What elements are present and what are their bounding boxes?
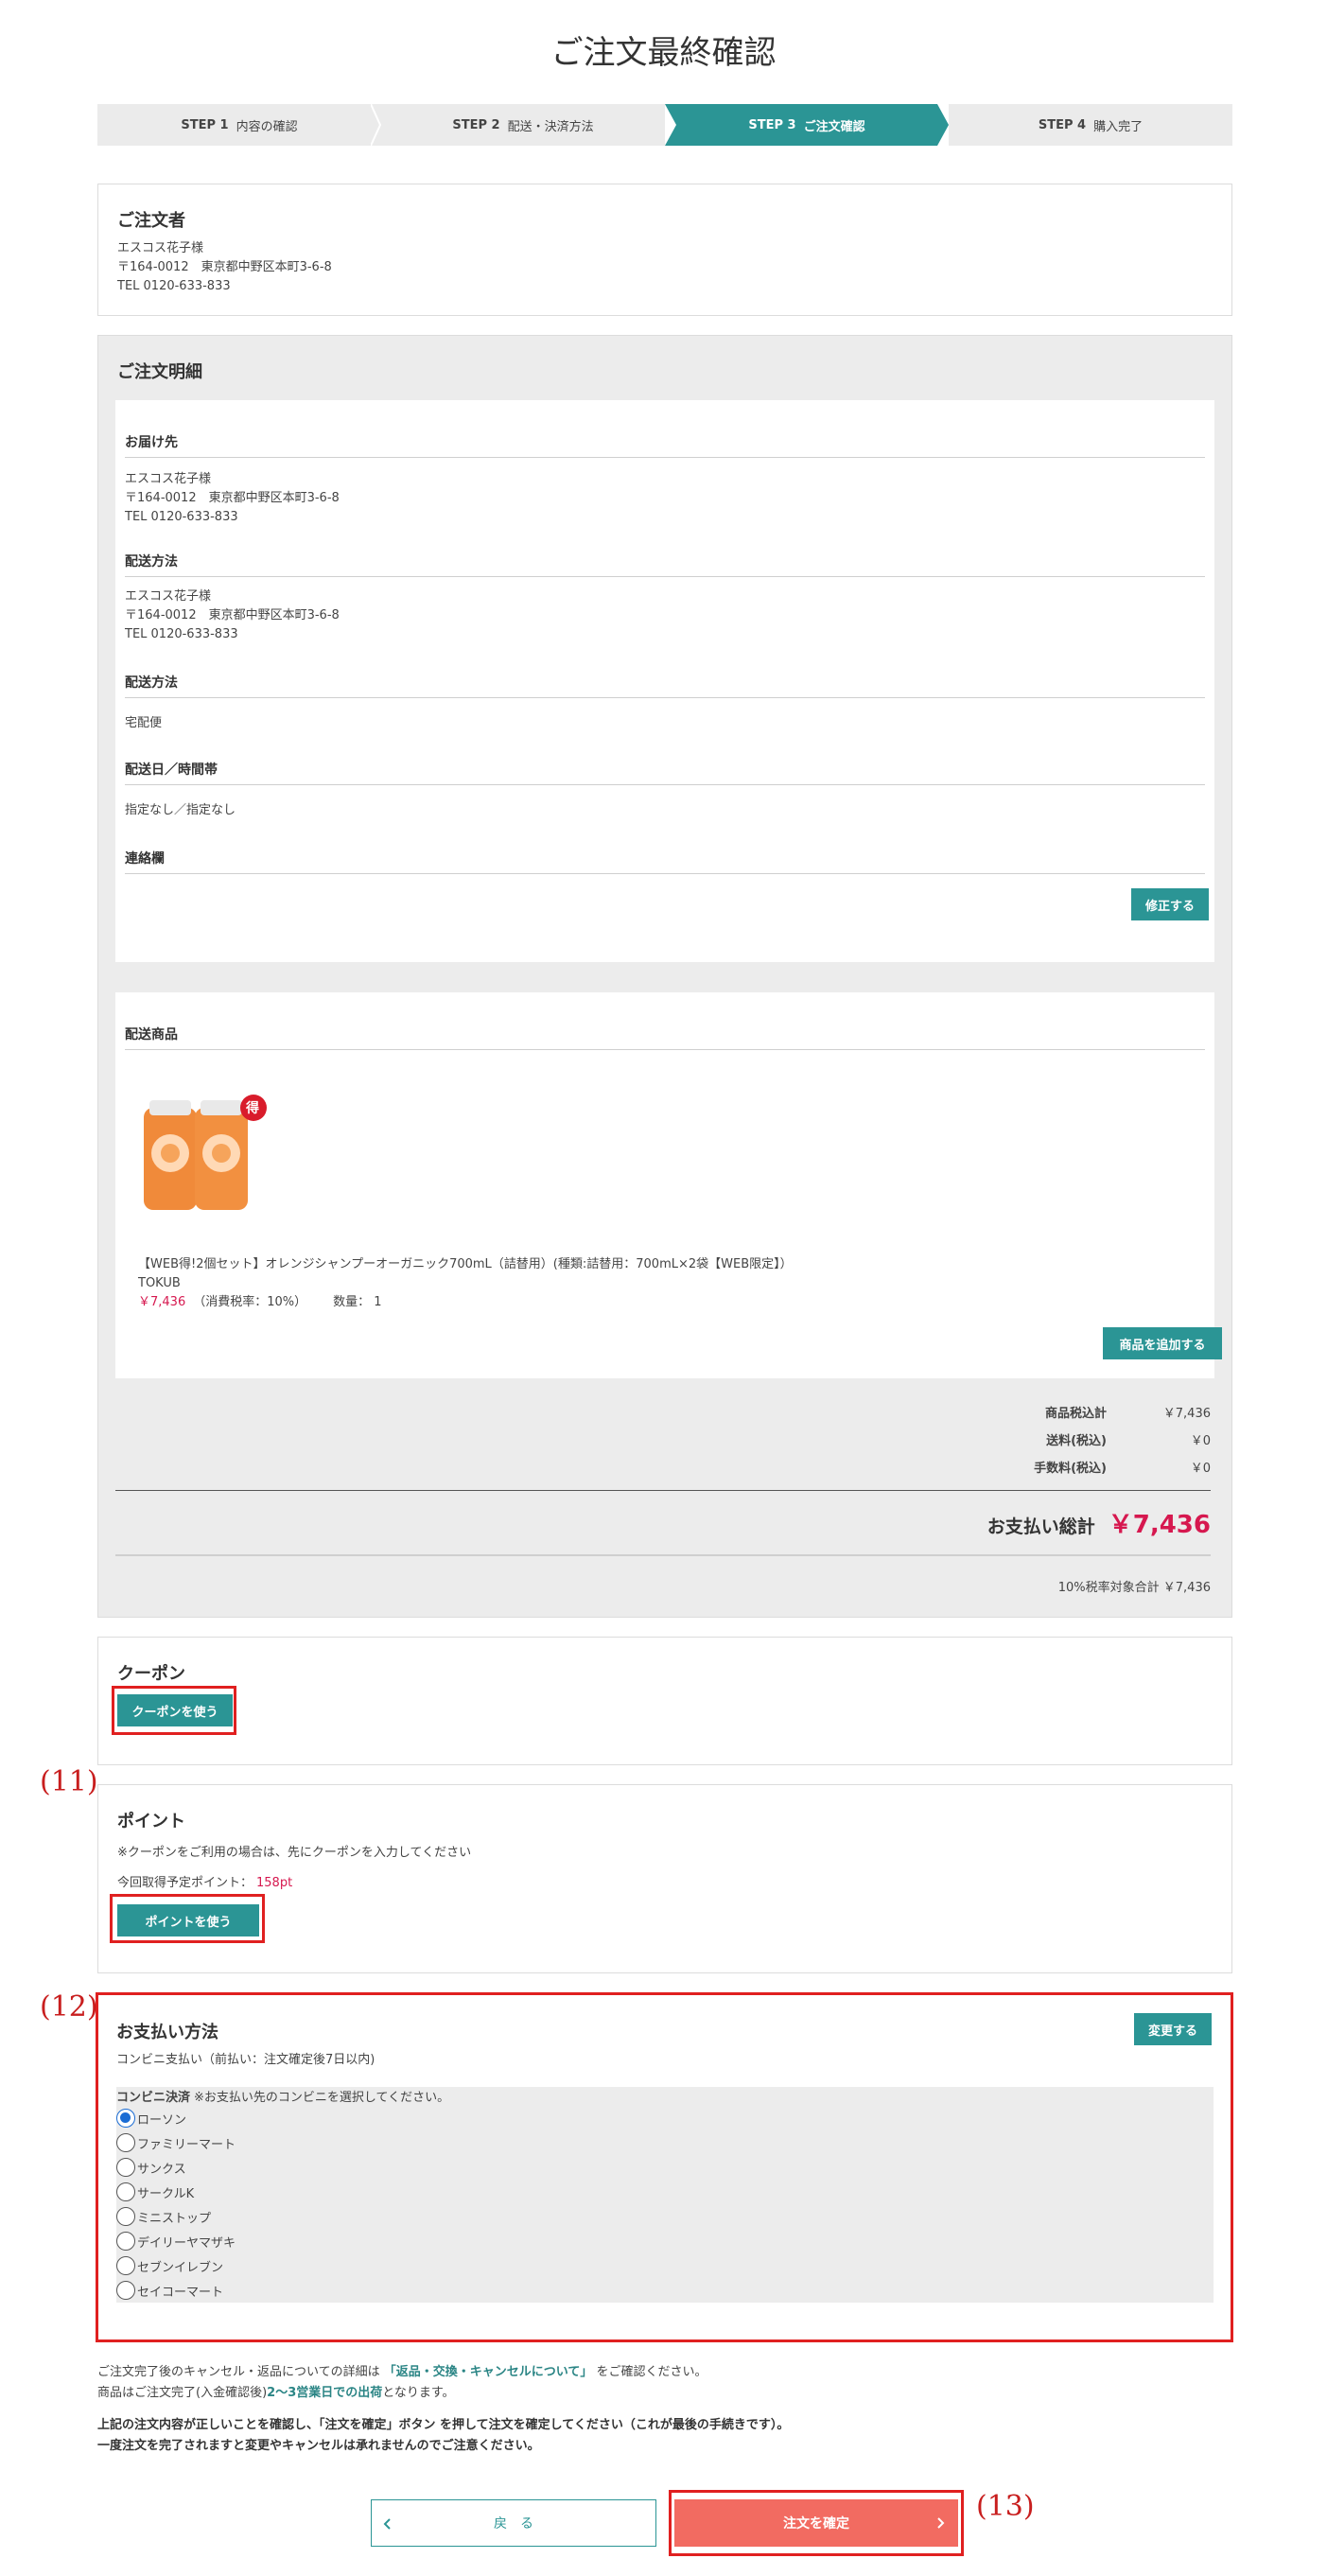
shipping-addr-address: 〒164-0012 東京都中野区本町3-6-8 <box>125 608 340 622</box>
annotation-label-12: (12) <box>40 1990 98 2024</box>
summary-divider <box>115 1490 1211 1491</box>
edit-button[interactable]: 修正する <box>1131 888 1209 920</box>
product-image: 得 <box>138 1091 280 1214</box>
product-brand: TOKUB <box>138 1276 181 1290</box>
shipping-method-heading: 配送方法 <box>125 673 1205 698</box>
order-details-heading: ご注文明細 <box>117 362 202 382</box>
delivery-date-value: 指定なし／指定なし <box>125 803 236 817</box>
footer-line1-b: をご確認ください。 <box>596 2365 707 2379</box>
orderer-address: 〒164-0012 東京都中野区本町3-6-8 <box>117 260 332 274</box>
footer-line2-b: となります。 <box>382 2386 455 2400</box>
annotation-label-13: (13) <box>976 2490 1035 2523</box>
annotation-frame-coupon <box>112 1686 236 1735</box>
summary-fee-label: 手数料(税込) <box>1034 1462 1107 1476</box>
delivery-to-address: 〒164-0012 東京都中野区本町3-6-8 <box>125 491 340 505</box>
step-3-num: STEP 3 <box>748 117 796 132</box>
returns-link[interactable]: 「返品・交換・キャンセルについて」 <box>384 2365 593 2379</box>
footer-line1-a: ご注文完了後のキャンセル・返品についての詳細は <box>97 2365 380 2379</box>
page-title: ご注文最終確認 <box>550 34 777 72</box>
delivery-to-tel: TEL 0120-633-833 <box>125 510 238 524</box>
chevron-left-icon <box>383 2518 391 2530</box>
delivery-to-name: エスコス花子様 <box>125 472 212 486</box>
product-tax: （消費税率：10%） <box>193 1295 307 1309</box>
shipping-method-value: 宅配便 <box>125 716 163 730</box>
add-product-button[interactable]: 商品を追加する <box>1103 1327 1222 1359</box>
step-progress: STEP 1 内容の確認 STEP 2 配送・決済方法 STEP 3 ご注文確認… <box>97 104 1232 146</box>
step-2: STEP 2 配送・決済方法 <box>381 104 665 146</box>
points-note: ※クーポンをご利用の場合は、先にクーポンを入力してください <box>117 1846 472 1860</box>
step-4-label: 購入完了 <box>1093 119 1144 134</box>
items-heading: 配送商品 <box>125 1025 1205 1050</box>
step-1: STEP 1 内容の確認 <box>97 104 382 146</box>
back-button-label: 戻 る <box>494 2516 533 2532</box>
shipping-addr-name: エスコス花子様 <box>125 589 212 604</box>
footer-shipping-note: 商品はご注文完了(入金確認後)2〜3営業日での出荷となります。 <box>97 2382 455 2400</box>
summary-subtotal-label: 商品税込計 <box>1044 1407 1107 1421</box>
summary-shipping-value: ￥0 <box>1190 1434 1211 1448</box>
product-qty: 数量： 1 <box>333 1295 382 1309</box>
annotation-frame-confirm <box>669 2490 964 2556</box>
points-earn-value: 158pt <box>256 1876 293 1890</box>
summary-fee-value: ￥0 <box>1190 1462 1211 1476</box>
total-divider <box>115 1554 1211 1556</box>
points-section: ポイント ※クーポンをご利用の場合は、先にクーポンを入力してください 今回取得予… <box>97 1784 1232 1973</box>
total-label: お支払い総計 <box>987 1516 1095 1537</box>
orderer-section: ご注文者 エスコス花子様 〒164-0012 東京都中野区本町3-6-8 TEL… <box>97 184 1232 316</box>
footer-confirm-instruction: 上記の注文内容が正しいことを確認し、「注文を確定」ボタン を押して注文を確定して… <box>97 2418 790 2432</box>
step-1-label: 内容の確認 <box>236 119 298 134</box>
contact-heading: 連絡欄 <box>125 849 1205 874</box>
footer-warning: 一度注文を完了されますと変更やキャンセルは承れませんのでご注意ください。 <box>97 2439 540 2453</box>
delivery-to-heading: お届け先 <box>125 432 1205 458</box>
product-price-row: ￥7,436 （消費税率：10%） 数量： 1 <box>138 1293 382 1312</box>
annotation-frame-points <box>110 1894 265 1943</box>
tax-note: 10%税率対象合計 ￥7,436 <box>1057 1581 1211 1595</box>
shipping-addr-tel: TEL 0120-633-833 <box>125 627 238 641</box>
total-row: お支払い総計 ￥7,436 <box>987 1505 1211 1540</box>
product-name[interactable]: 【WEB得!2個セット】オレンジシャンプーオーガニック700mL（詰替用）(種類… <box>138 1255 793 1274</box>
summary-subtotal-value: ￥7,436 <box>1162 1407 1211 1421</box>
delivery-date-heading: 配送日／時間帯 <box>125 760 1205 785</box>
summary-shipping: 送料(税込) ￥0 <box>974 1430 1211 1448</box>
step-2-label: 配送・決済方法 <box>507 119 594 134</box>
footer-cancel-note: ご注文完了後のキャンセル・返品についての詳細は 「返品・交換・キャンセルについて… <box>97 2361 707 2379</box>
coupon-heading: クーポン <box>117 1664 185 1684</box>
orderer-name: エスコス花子様 <box>117 241 204 255</box>
order-details-section: ご注文明細 お届け先 エスコス花子様 〒164-0012 東京都中野区本町3-6… <box>97 335 1232 1618</box>
summary-shipping-label: 送料(税込) <box>1046 1434 1107 1448</box>
back-button[interactable]: 戻 る <box>371 2499 656 2547</box>
step-2-num: STEP 2 <box>452 117 500 132</box>
points-heading: ポイント <box>117 1812 185 1831</box>
points-earn-row: 今回取得予定ポイント： 158pt <box>117 1874 292 1893</box>
total-value: ￥7,436 <box>1108 1511 1211 1539</box>
footer-line2-em: 2〜3営業日での出荷 <box>267 2386 383 2400</box>
footer-line2-a: 商品はご注文完了(入金確認後) <box>97 2386 268 2400</box>
product-badge: 得 <box>246 1101 259 1116</box>
orderer-tel: TEL 0120-633-833 <box>117 279 231 293</box>
delivery-info-panel: お届け先 エスコス花子様 〒164-0012 東京都中野区本町3-6-8 TEL… <box>115 400 1214 962</box>
product-price: ￥7,436 <box>138 1295 186 1309</box>
orderer-heading: ご注文者 <box>117 211 185 231</box>
step-1-num: STEP 1 <box>181 117 229 132</box>
step-4-num: STEP 4 <box>1038 117 1087 132</box>
step-4: STEP 4 購入完了 <box>949 104 1232 146</box>
coupon-section: クーポン クーポンを使う <box>97 1637 1232 1765</box>
annotation-frame-payment <box>96 1992 1233 2342</box>
step-3-label: ご注文確認 <box>803 119 865 134</box>
points-earn-label: 今回取得予定ポイント： <box>117 1876 253 1890</box>
step-3-current: STEP 3 ご注文確認 <box>665 104 949 146</box>
items-panel: 配送商品 得 【WEB得!2個セット】オレンジシャンプーオーガニック700mL（… <box>115 992 1222 1378</box>
annotation-label-11: (11) <box>40 1765 98 1798</box>
shipping-addr-heading: 配送方法 <box>125 552 1205 577</box>
summary-subtotal: 商品税込計 ￥7,436 <box>974 1403 1211 1421</box>
summary-fee: 手数料(税込) ￥0 <box>974 1458 1211 1476</box>
